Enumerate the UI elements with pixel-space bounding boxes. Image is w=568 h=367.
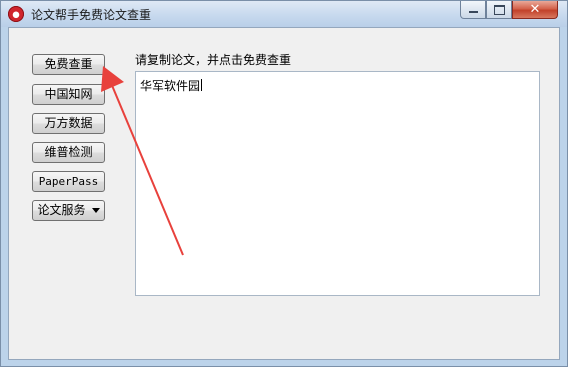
paper-service-dropdown[interactable]: 论文服务 — [32, 200, 105, 221]
close-icon: ✕ — [529, 2, 541, 17]
free-check-button[interactable]: 免费查重 — [32, 54, 105, 75]
maximize-icon — [493, 4, 505, 15]
paper-service-label: 论文服务 — [37, 203, 86, 217]
paper-text-value: 华军软件园 — [140, 77, 203, 94]
text-cursor — [201, 79, 203, 91]
app-window: 论文帮手免费论文查重 ✕ 免费查重 中国知网 万方数据 维普检测 PaperPa… — [0, 0, 568, 367]
window-title: 论文帮手免费论文查重 — [31, 8, 152, 22]
cnki-button[interactable]: 中国知网 — [32, 84, 105, 105]
paperpass-button[interactable]: PaperPass — [32, 171, 105, 192]
client-area: 免费查重 中国知网 万方数据 维普检测 PaperPass 论文服务 请复制论文… — [8, 27, 560, 360]
paper-text-input[interactable]: 华军软件园 — [135, 71, 540, 296]
app-icon — [8, 6, 24, 22]
maximize-button[interactable] — [486, 1, 512, 19]
dropdown-arrow-icon — [91, 208, 100, 214]
minimize-icon — [468, 11, 478, 13]
title-bar[interactable]: 论文帮手免费论文查重 ✕ — [1, 1, 567, 27]
vip-check-button[interactable]: 维普检测 — [32, 142, 105, 163]
instruction-label: 请复制论文，并点击免费查重 — [135, 53, 292, 67]
input-text: 华军软件园 — [140, 79, 201, 93]
close-button[interactable]: ✕ — [512, 1, 558, 19]
wanfang-button[interactable]: 万方数据 — [32, 113, 105, 134]
minimize-button[interactable] — [460, 1, 486, 19]
